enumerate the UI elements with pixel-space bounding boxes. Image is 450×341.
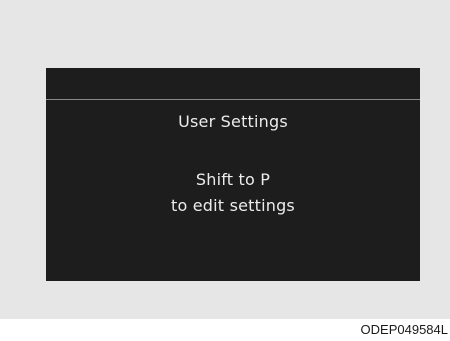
figure-code: ODEP049584L xyxy=(360,322,448,337)
display-header-bar xyxy=(46,68,420,99)
cluster-display: User Settings Shift to P to edit setting… xyxy=(46,68,420,281)
screen-message: Shift to P to edit settings xyxy=(46,167,420,219)
message-line-1: Shift to P xyxy=(195,170,271,189)
screen-title: User Settings xyxy=(178,112,288,131)
header-divider xyxy=(46,99,420,100)
illustration-frame: User Settings Shift to P to edit setting… xyxy=(0,0,450,319)
message-line-2: to edit settings xyxy=(171,196,295,215)
